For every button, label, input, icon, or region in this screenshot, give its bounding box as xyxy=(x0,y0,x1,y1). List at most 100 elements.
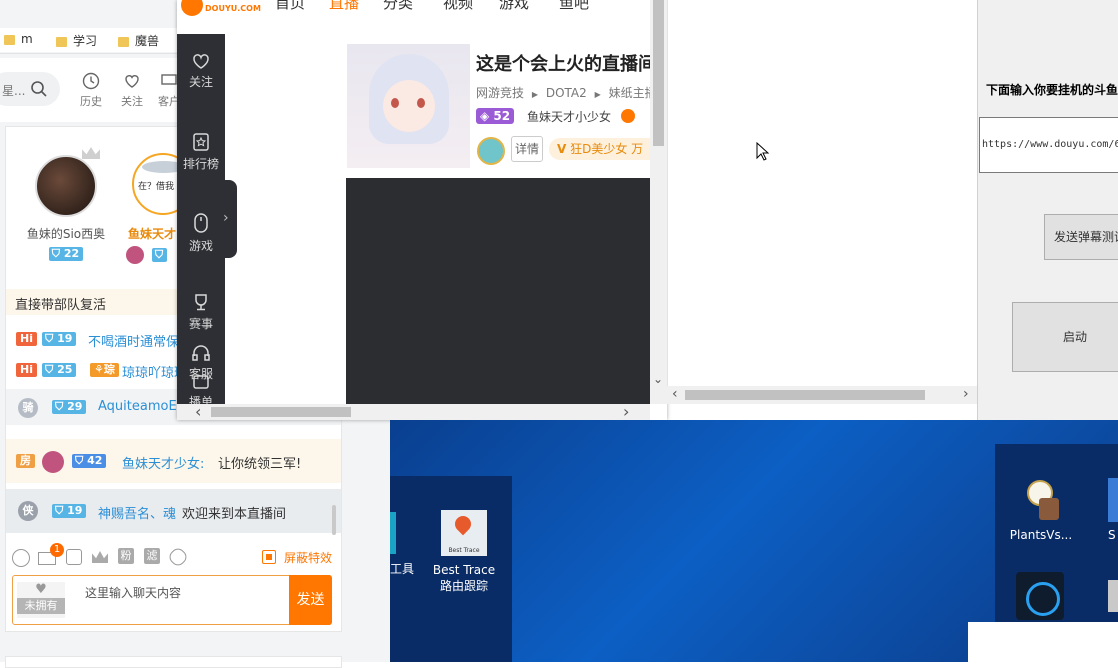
sidebar-item-follow[interactable]: 关注 xyxy=(177,52,225,90)
chat-user[interactable]: 鱼妹天才少女: xyxy=(122,453,204,472)
level-badge: ⛉ 42 xyxy=(72,454,107,468)
desktop-icon-plants[interactable]: PlantsVs... xyxy=(1004,478,1078,542)
chat-scrollbar[interactable] xyxy=(332,505,336,535)
blank-panel-hscrollbar[interactable]: ‹ › xyxy=(667,386,977,404)
sidebar-item-events[interactable]: 赛事 xyxy=(177,292,225,332)
sidebar-item-ranking[interactable]: 排行榜 xyxy=(177,132,225,172)
chevron-left-icon[interactable]: ‹ xyxy=(672,386,678,402)
block-effects-label[interactable]: 屏蔽特效 xyxy=(284,549,332,566)
toolbar-follow[interactable]: 关注 xyxy=(119,72,145,109)
search-input[interactable]: 星... xyxy=(2,82,25,99)
chat-user[interactable]: 神赐吾名、魂 xyxy=(98,503,176,522)
desktop-icon-tools[interactable]: 工具 xyxy=(390,512,418,577)
folder-icon xyxy=(4,34,15,45)
medal-label: 未拥有 xyxy=(17,598,65,614)
chat-row[interactable]: 侠 ⛉ 19 神赐吾名、魂 欢迎来到本直播间 xyxy=(6,489,341,533)
chat-input[interactable]: 这里输入聊天内容 xyxy=(85,584,181,601)
horizontal-scrollbar[interactable]: ‹ › xyxy=(177,402,650,421)
link-icon[interactable] xyxy=(166,545,190,569)
start-button[interactable]: 启动 xyxy=(1012,302,1118,372)
vertical-scrollbar[interactable]: ⌄ xyxy=(650,0,667,404)
fans-icon[interactable]: 粉 xyxy=(118,548,134,564)
url-input[interactable]: https://www.douyu.com/6 xyxy=(979,117,1118,173)
video-player[interactable] xyxy=(346,178,650,404)
logo-text: DOUYU.COM xyxy=(205,4,261,13)
chevron-right-icon[interactable]: › xyxy=(623,402,629,421)
nav-game[interactable]: 游戏 xyxy=(499,0,529,13)
heart-icon xyxy=(193,54,209,69)
battlenet-icon[interactable] xyxy=(1016,572,1064,620)
toolbar-follow-label: 关注 xyxy=(121,95,143,108)
desktop-icon-partial[interactable]: S xyxy=(1108,478,1118,542)
nav-yuba[interactable]: 鱼吧 xyxy=(559,0,589,13)
desktop-icon-label: 工具 xyxy=(390,562,415,576)
chevron-left-icon[interactable]: ‹ xyxy=(195,402,201,421)
level-badge: ⛉ 29 xyxy=(52,400,87,414)
bot-form: 下面输入你要挂机的斗鱼 https://www.douyu.com/6 发送弹幕… xyxy=(977,0,1118,420)
sidebar-item-game[interactable]: 游戏 xyxy=(177,212,225,254)
noble-badge: 骑 xyxy=(18,398,38,418)
avatar xyxy=(35,155,97,217)
crown-icon[interactable] xyxy=(92,551,108,563)
sidebar-label: 排行榜 xyxy=(182,157,219,171)
level-badge: ⛉ 19 xyxy=(52,504,87,518)
block-effects-checkbox[interactable] xyxy=(262,550,276,564)
sidebar-expand-handle[interactable]: › xyxy=(221,180,237,258)
share-icon[interactable] xyxy=(66,549,82,565)
anchor-level-badge: ◈ 52 xyxy=(476,108,515,124)
bookmark-warcraft[interactable]: 魔兽 xyxy=(118,32,159,49)
anchor-name[interactable]: 鱼妹天才小少女 xyxy=(527,108,611,125)
noble-badge: 侠 xyxy=(18,501,38,521)
app-icon xyxy=(1108,478,1118,522)
desktop-icon-label: PlantsVs... xyxy=(1009,528,1073,542)
nav-live[interactable]: 直播 xyxy=(329,0,359,13)
anchor-card-1[interactable]: 鱼妹的Sio西奥 ⛉ 22 xyxy=(16,147,116,261)
chevron-down-icon[interactable]: ⌄ xyxy=(653,372,663,386)
blank-panel xyxy=(667,0,978,404)
clock-icon xyxy=(82,72,100,90)
emoji-icon[interactable] xyxy=(12,549,30,567)
chat-bubble-icon[interactable] xyxy=(621,109,635,123)
desktop-icon-label: Best Trace 路由跟踪 xyxy=(432,563,496,593)
detail-button[interactable]: 详情 xyxy=(511,136,543,162)
chat-user[interactable]: 不喝酒时通常保 xyxy=(88,331,179,350)
send-test-button[interactable]: 发送弹幕测试 xyxy=(1044,214,1118,260)
sidebar-item-playlist[interactable]: 播单 xyxy=(177,374,225,404)
search-box[interactable]: 星... xyxy=(0,72,60,106)
medal-heart-icon: ♥ xyxy=(35,582,47,597)
chevron-right-icon[interactable]: › xyxy=(963,386,969,402)
level-badge: ⛉ 25 xyxy=(42,363,77,377)
medal-slot[interactable]: ♥ 未拥有 xyxy=(17,582,65,618)
mouse-cursor-icon xyxy=(756,142,770,161)
chat-message: 让你统领三军! xyxy=(218,457,302,472)
room-thumbnail[interactable] xyxy=(347,44,470,168)
desktop: 工具 Best Trace Best Trace 路由跟踪 PlantsVs..… xyxy=(390,420,1118,662)
partial-icon[interactable] xyxy=(1108,580,1118,612)
caret-right-icon: ▶ xyxy=(594,90,601,99)
nav-category[interactable]: 分类 xyxy=(383,0,413,13)
breadcrumb-item[interactable]: 网游竞技 xyxy=(476,86,524,100)
trophy-icon xyxy=(195,294,207,311)
filter-icon[interactable]: 滤 xyxy=(144,548,160,564)
chat-user[interactable]: AquiteamoEl xyxy=(98,399,180,414)
guild-icon xyxy=(42,451,64,473)
nav-video[interactable]: 视频 xyxy=(443,0,473,13)
tag-chip[interactable]: V 狂D美少女 万 xyxy=(549,138,657,160)
nav-home[interactable]: 首页 xyxy=(275,0,305,13)
bookmark-study[interactable]: 学习 xyxy=(56,32,97,49)
breadcrumb-item[interactable]: DOTA2 xyxy=(546,86,587,100)
search-icon[interactable] xyxy=(30,80,48,98)
toolbar-history-label: 历史 xyxy=(80,95,102,108)
bookmark-m[interactable]: m xyxy=(4,32,33,46)
toolbar-history[interactable]: 历史 xyxy=(78,72,104,109)
douyu-logo[interactable]: DOUYU.COM xyxy=(181,0,261,16)
anchor-avatar[interactable] xyxy=(477,137,505,165)
desktop-icon-best-trace[interactable]: Best Trace Best Trace 路由跟踪 xyxy=(428,510,500,594)
map-pin-icon: Best Trace xyxy=(441,510,487,556)
bot-prompt-label: 下面输入你要挂机的斗鱼 xyxy=(986,83,1118,97)
level-badge: ⛉ xyxy=(151,248,168,262)
send-button[interactable]: 发送 xyxy=(289,575,332,625)
playlist-icon xyxy=(193,375,209,389)
chat-row[interactable]: 房 ⛉ 42 鱼妹天才少女: 让你统领三军! xyxy=(6,439,341,483)
mail-count: 1 xyxy=(50,543,64,557)
